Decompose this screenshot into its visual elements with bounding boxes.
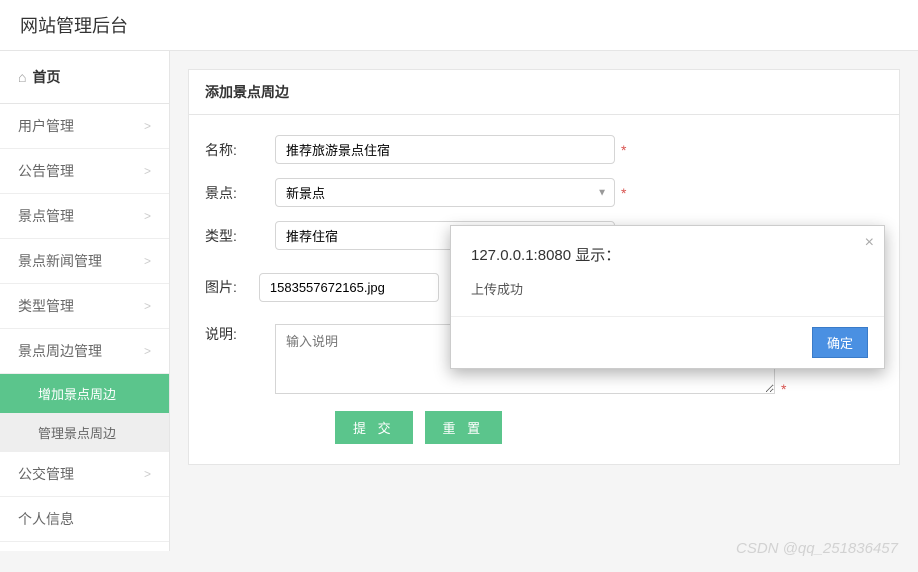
sub-item-add[interactable]: 增加景点周边 [0,374,169,413]
label-image: 图片: [205,277,259,297]
sidebar-item-bus[interactable]: 公交管理 > [0,452,169,497]
header: 网站管理后台 [0,0,918,51]
alert-modal: × 127.0.0.1:8080 显示： 上传成功 确定 [450,225,885,369]
label-type: 类型: [205,226,275,246]
sub-item-manage[interactable]: 管理景点周边 [0,413,169,452]
sidebar: ⌂ 首页 用户管理 > 公告管理 > 景点管理 > 景点新闻管理 > 类型管理 … [0,51,170,551]
name-input[interactable] [275,135,615,164]
panel-header: 添加景点周边 [189,70,899,115]
reset-button[interactable]: 重 置 [425,411,503,444]
chevron-right-icon: > [144,299,151,313]
sidebar-item-user[interactable]: 用户管理 > [0,104,169,149]
label-name: 名称: [205,140,275,160]
spot-select[interactable] [275,178,615,207]
modal-ok-button[interactable]: 确定 [812,327,868,358]
sidebar-item-notice[interactable]: 公告管理 > [0,149,169,194]
chevron-right-icon: > [144,467,151,481]
chevron-right-icon: > [144,209,151,223]
sidebar-item-news[interactable]: 景点新闻管理 > [0,239,169,284]
chevron-right-icon: > [144,254,151,268]
sidebar-item-type[interactable]: 类型管理 > [0,284,169,329]
chevron-right-icon: > [144,119,151,133]
sidebar-item-spot[interactable]: 景点管理 > [0,194,169,239]
label-desc: 说明: [205,324,275,344]
required-marker: * [781,381,786,397]
label-spot: 景点: [205,183,275,203]
sidebar-item-label: 景点周边管理 [18,341,102,361]
home-icon: ⌂ [18,69,26,85]
sidebar-home-label: 首页 [32,67,60,87]
sidebar-item-label: 景点管理 [18,206,74,226]
chevron-right-icon: > [144,164,151,178]
required-marker: * [621,185,626,201]
modal-message: 上传成功 [471,279,864,298]
modal-title: 127.0.0.1:8080 显示： [471,244,864,265]
sidebar-item-label: 类型管理 [18,296,74,316]
watermark: CSDN @qq_251836457 [736,540,898,557]
sidebar-item-label: 公告管理 [18,161,74,181]
sidebar-home[interactable]: ⌂ 首页 [0,51,169,104]
sidebar-item-label: 公交管理 [18,464,74,484]
sidebar-item-profile[interactable]: 个人信息 [0,497,169,542]
chevron-right-icon: > [144,344,151,358]
header-title: 网站管理后台 [20,12,128,38]
close-icon[interactable]: × [865,234,874,252]
sidebar-item-label: 用户管理 [18,116,74,136]
sidebar-item-surrounding[interactable]: 景点周边管理 > [0,329,169,374]
required-marker: * [621,142,626,158]
sidebar-item-label: 景点新闻管理 [18,251,102,271]
submit-button[interactable]: 提 交 [335,411,413,444]
sub-menu: 增加景点周边 管理景点周边 [0,374,169,452]
image-input[interactable] [259,273,439,302]
sidebar-item-label: 个人信息 [18,509,74,529]
